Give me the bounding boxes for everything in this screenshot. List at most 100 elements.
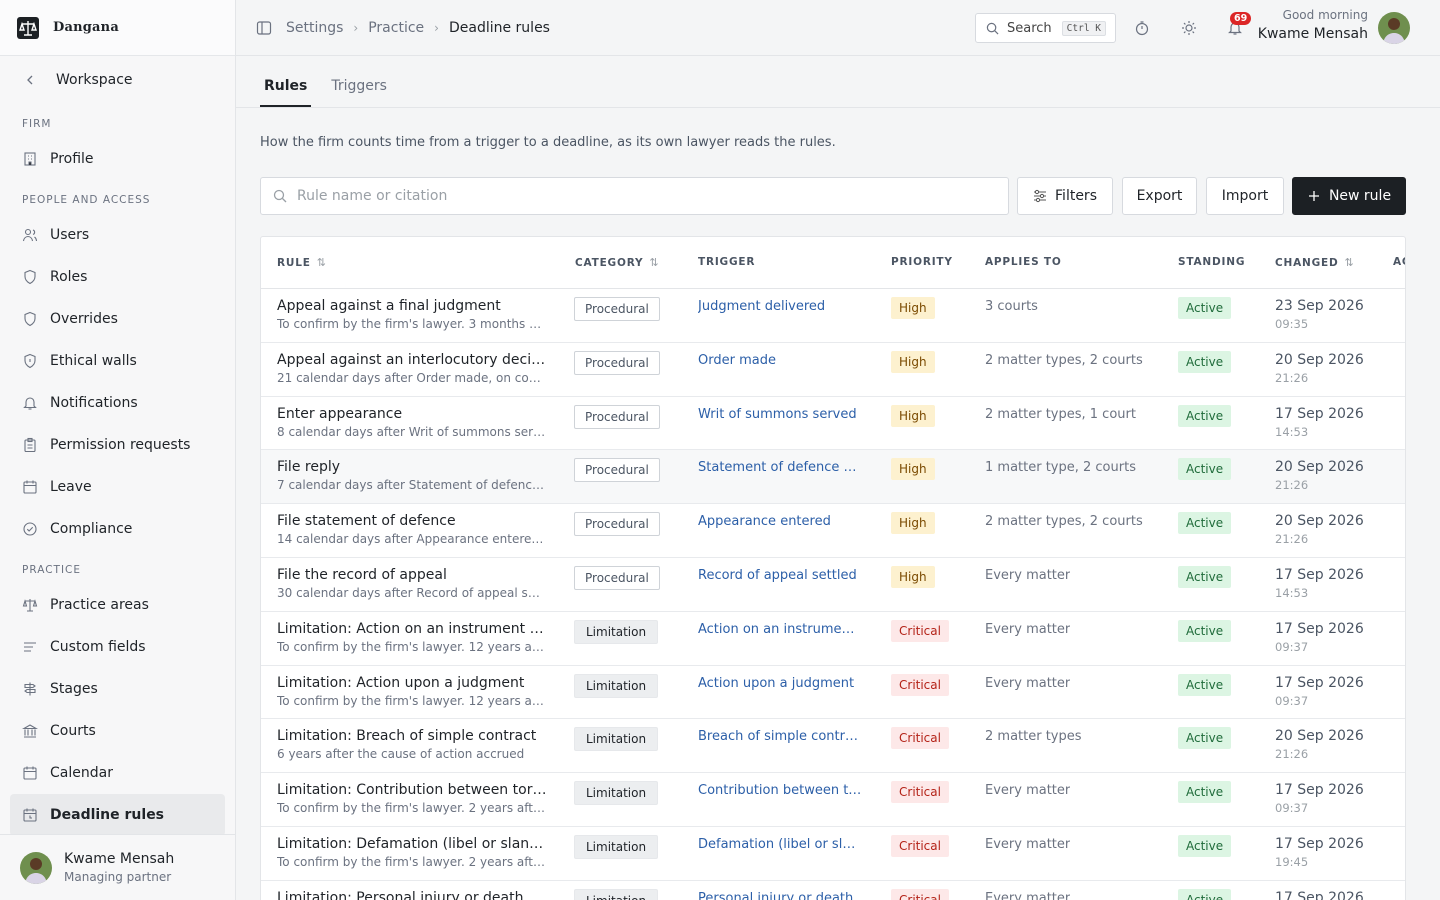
trigger-link[interactable]: Defamation (libel or slander) — [698, 837, 862, 852]
status-badge: Active — [1178, 781, 1232, 804]
priority-badge: Critical — [891, 727, 949, 750]
changed-cell: 20 Sep 2026 21:26 — [1275, 728, 1364, 761]
sidebar-item-ethical-walls[interactable]: Ethical walls — [0, 340, 235, 382]
trigger-link[interactable]: Order made — [698, 353, 862, 368]
category-cell: Limitation — [574, 619, 659, 644]
trigger-link[interactable]: Action on an instrument under seal — [698, 622, 862, 637]
trigger-cell: Judgment delivered — [698, 299, 862, 314]
rule-name[interactable]: Enter appearance — [277, 406, 547, 422]
theme-sun-icon[interactable] — [1181, 20, 1197, 36]
breadcrumb-settings[interactable]: Settings — [286, 20, 343, 36]
sidebar-toggle-icon[interactable] — [256, 20, 272, 36]
sidebar-item-overrides[interactable]: Overrides — [0, 298, 235, 340]
column-header-changed[interactable]: CHANGED ⇅ — [1275, 256, 1354, 269]
trigger-cell: Writ of summons served — [698, 407, 862, 422]
sidebar-item-custom-fields[interactable]: Custom fields — [0, 626, 235, 668]
status-badge: Active — [1178, 834, 1232, 857]
shield-icon — [24, 269, 36, 285]
table-row[interactable]: Appeal against an interlocutory decision… — [261, 343, 1405, 397]
rule-cell: File the record of appeal 30 calendar da… — [277, 567, 547, 600]
changed-date: 17 Sep 2026 — [1275, 405, 1364, 422]
status-badge: Active — [1178, 565, 1232, 588]
sidebar-item-permission-requests[interactable]: Permission requests — [0, 424, 235, 466]
trigger-link[interactable]: Breach of simple contract — [698, 729, 862, 744]
rule-name[interactable]: Appeal against an interlocutory decision — [277, 352, 547, 368]
sidebar-item-users[interactable]: Users — [0, 214, 235, 256]
table-row[interactable]: Appeal against a final judgment To confi… — [261, 289, 1405, 343]
table-row[interactable]: Limitation: Action upon a judgment To co… — [261, 666, 1405, 720]
standing-cell: Active — [1178, 727, 1232, 750]
table-row[interactable]: Limitation: Defamation (libel or slander… — [261, 827, 1405, 881]
trigger-link[interactable]: Writ of summons served — [698, 407, 862, 422]
sidebar-item-label: Notifications — [50, 395, 138, 411]
sidebar-item-label: Profile — [50, 151, 94, 167]
rule-name[interactable]: Limitation: Action on an instrument unde… — [277, 621, 547, 637]
changed-cell: 17 Sep 2026 09:37 — [1275, 675, 1364, 708]
tab-triggers[interactable]: Triggers — [327, 78, 391, 107]
sidebar-user[interactable]: Kwame Mensah Managing partner — [0, 834, 235, 900]
breadcrumb-practice[interactable]: Practice — [368, 20, 424, 36]
filters-button[interactable]: Filters — [1017, 177, 1113, 215]
rule-name[interactable]: Appeal against a final judgment — [277, 298, 547, 314]
sidebar-item-deadline-rules[interactable]: Deadline rules — [10, 794, 225, 836]
sidebar-item-roles[interactable]: Roles — [0, 256, 235, 298]
rule-name[interactable]: Limitation: Contribution between tortfea… — [277, 782, 547, 798]
rule-search-input[interactable] — [297, 188, 977, 204]
table-row[interactable]: Limitation: Contribution between tortfea… — [261, 773, 1405, 827]
back-label: Workspace — [56, 72, 133, 88]
trigger-link[interactable]: Record of appeal settled — [698, 568, 862, 583]
table-row[interactable]: Limitation: Action on an instrument unde… — [261, 612, 1405, 666]
sidebar-item-compliance[interactable]: Compliance — [0, 508, 235, 550]
table-row[interactable]: File statement of defence 14 calendar da… — [261, 504, 1405, 558]
timer-icon[interactable] — [1134, 20, 1150, 36]
sidebar-item-courts[interactable]: Courts — [0, 710, 235, 752]
rule-name[interactable]: Limitation: Breach of simple contract — [277, 728, 547, 744]
new-rule-button[interactable]: New rule — [1292, 177, 1406, 215]
trigger-link[interactable]: Action upon a judgment — [698, 676, 862, 691]
rule-name[interactable]: File reply — [277, 459, 547, 475]
user-avatar[interactable] — [1378, 12, 1410, 44]
standing-cell: Active — [1178, 458, 1232, 481]
rule-cell: File reply 7 calendar days after Stateme… — [277, 459, 547, 492]
rule-name[interactable]: File statement of defence — [277, 513, 547, 529]
priority-cell: High — [891, 350, 935, 373]
tab-rules[interactable]: Rules — [260, 78, 312, 107]
trigger-link[interactable]: Personal injury or death — [698, 891, 862, 900]
table-row[interactable]: File reply 7 calendar days after Stateme… — [261, 450, 1405, 505]
table-row[interactable]: Limitation: Personal injury or death To … — [261, 881, 1405, 900]
trigger-link[interactable]: Contribution between tortfeasors — [698, 783, 862, 798]
global-search-button[interactable]: Search Ctrl K — [975, 13, 1116, 43]
status-badge: Active — [1178, 512, 1232, 535]
sidebar-item-profile[interactable]: Profile — [0, 138, 235, 180]
rule-cell: File statement of defence 14 calendar da… — [277, 513, 547, 546]
sidebar-item-practice-areas[interactable]: Practice areas — [0, 584, 235, 626]
column-header-actions: AC — [1393, 256, 1405, 268]
table-row[interactable]: File the record of appeal 30 calendar da… — [261, 558, 1405, 612]
table-row[interactable]: Limitation: Breach of simple contract 6 … — [261, 719, 1405, 774]
brand[interactable]: Dangana — [0, 0, 235, 56]
import-button[interactable]: Import — [1206, 177, 1284, 215]
trigger-link[interactable]: Judgment delivered — [698, 299, 862, 314]
trigger-link[interactable]: Statement of defence filed — [698, 460, 862, 475]
rule-name[interactable]: Limitation: Personal injury or death — [277, 890, 547, 900]
rule-name[interactable]: File the record of appeal — [277, 567, 547, 583]
sidebar-item-notifications[interactable]: Notifications — [0, 382, 235, 424]
category-tag: Limitation — [574, 727, 659, 752]
changed-time: 19:45 — [1275, 854, 1309, 869]
trigger-link[interactable]: Appearance entered — [698, 514, 862, 529]
export-button[interactable]: Export — [1122, 177, 1197, 215]
table-row[interactable]: Enter appearance 8 calendar days after W… — [261, 397, 1405, 451]
rule-name[interactable]: Limitation: Defamation (libel or slander… — [277, 836, 547, 852]
changed-cell: 20 Sep 2026 21:26 — [1275, 513, 1364, 546]
sidebar-item-calendar[interactable]: Calendar — [0, 752, 235, 794]
sidebar-item-leave[interactable]: Leave — [0, 466, 235, 508]
back-to-workspace[interactable]: Workspace — [0, 56, 235, 104]
changed-time: 09:37 — [1275, 693, 1309, 708]
rule-search — [260, 177, 1009, 215]
column-header-rule[interactable]: RULE ⇅ — [277, 256, 326, 269]
category-cell: Procedural — [574, 458, 660, 483]
sidebar-item-label: Calendar — [50, 765, 113, 781]
rule-name[interactable]: Limitation: Action upon a judgment — [277, 675, 547, 691]
sidebar-item-stages[interactable]: Stages — [0, 668, 235, 710]
column-header-category[interactable]: CATEGORY ⇅ — [575, 256, 659, 269]
